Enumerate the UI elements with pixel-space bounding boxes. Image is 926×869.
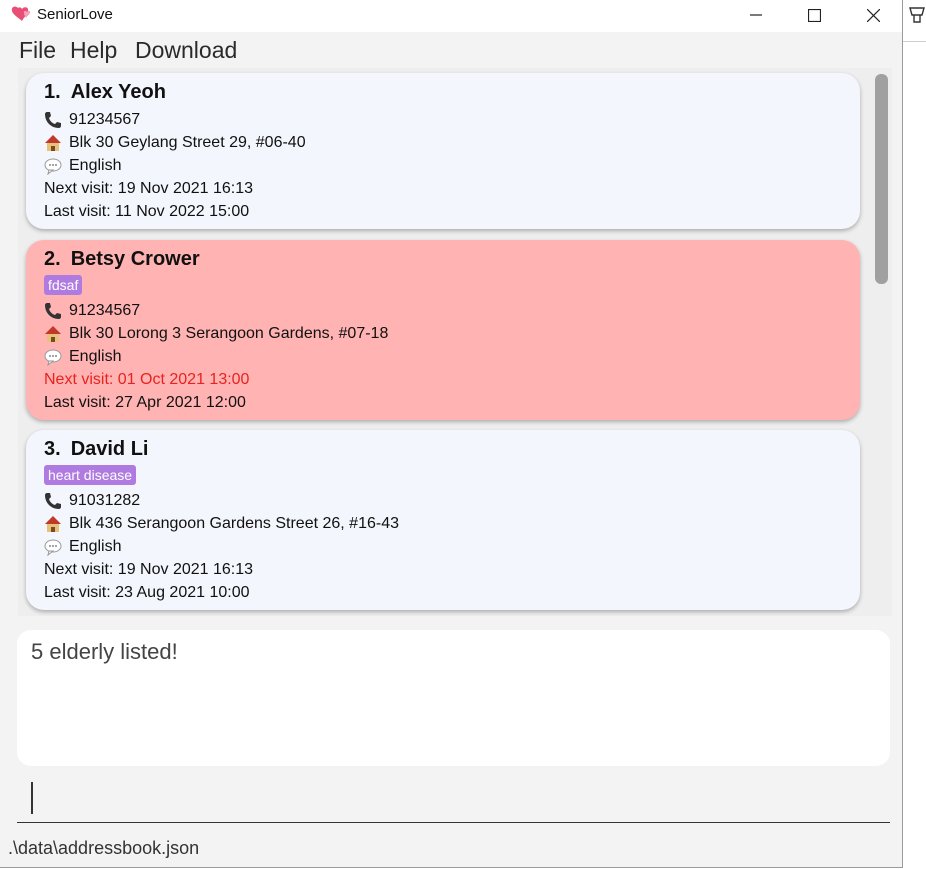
command-input[interactable] [17, 776, 890, 823]
result-display: 5 elderly listed! [17, 630, 890, 766]
person-name: David Li [70, 438, 149, 460]
app-window: SeniorLove File Help Download 1. Alex Yeo… [0, 0, 903, 868]
phone-row: 91234567 [44, 108, 842, 131]
person-card[interactable]: 1. Alex Yeoh 91234567 Blk 30 Geylang Stre… [26, 73, 860, 229]
close-button[interactable] [844, 0, 902, 30]
last-visit-text: 23 Aug 2021 10:00 [115, 583, 250, 601]
next-visit-row: Next visit: 19 Nov 2021 16:13 [44, 177, 842, 200]
person-index: 2. [44, 248, 61, 270]
phone-row: 91031282 [44, 489, 842, 512]
menu-bar: File Help Download [0, 32, 902, 68]
person-list[interactable]: 1. Alex Yeoh 91234567 Blk 30 Geylang Stre… [18, 68, 892, 616]
language-text: English [69, 347, 122, 365]
phone-text: 91234567 [69, 301, 141, 319]
house-icon [44, 134, 66, 152]
person-name-row: 2. Betsy Crower [44, 247, 842, 271]
phone-row: 91234567 [44, 299, 842, 322]
last-visit-text: 27 Apr 2021 12:00 [115, 393, 246, 411]
person-tag: fdsaf [44, 275, 83, 295]
address-text: Blk 436 Serangoon Gardens Street 26, #16… [69, 514, 399, 532]
speech-bubble-icon [44, 538, 66, 556]
maximize-icon [807, 8, 821, 22]
maximize-button[interactable] [785, 0, 843, 30]
menu-help[interactable]: Help [70, 37, 117, 64]
person-card[interactable]: 3. David Li heart disease 91031282 Blk 43… [26, 430, 860, 610]
person-card-overdue[interactable]: 2. Betsy Crower fdsaf 91234567 Blk 30 Lor… [26, 240, 860, 420]
address-row: Blk 436 Serangoon Gardens Street 26, #16… [44, 512, 842, 535]
next-visit-label: Next visit: [44, 179, 118, 197]
divider [903, 41, 926, 42]
status-bar: .\data\addressbook.json [0, 834, 902, 867]
house-icon [44, 325, 66, 343]
next-visit-row: Next visit: 19 Nov 2021 16:13 [44, 558, 842, 581]
text-caret [31, 782, 33, 814]
language-text: English [69, 156, 122, 174]
speech-bubble-icon [44, 157, 66, 175]
language-text: English [69, 537, 122, 555]
close-icon [866, 8, 880, 22]
phone-text: 91234567 [69, 110, 141, 128]
language-row: English [44, 154, 842, 177]
next-visit-row: Next visit: 01 Oct 2021 13:00 [44, 368, 842, 391]
title-bar: SeniorLove [0, 0, 902, 32]
address-text: Blk 30 Lorong 3 Serangoon Gardens, #07-1… [69, 324, 389, 342]
address-row: Blk 30 Geylang Street 29, #06-40 [44, 131, 842, 154]
person-index: 3. [44, 438, 61, 460]
person-index: 1. [44, 81, 61, 103]
heart-logo-icon [11, 6, 31, 21]
address-text: Blk 30 Geylang Street 29, #06-40 [69, 133, 306, 151]
save-location-text: .\data\addressbook.json [8, 838, 200, 858]
phone-icon [44, 111, 66, 129]
last-visit-label: Last visit: [44, 583, 116, 601]
next-visit-label: Next visit: [44, 370, 118, 388]
speech-bubble-icon [44, 348, 66, 366]
phone-icon [44, 492, 66, 510]
phone-text: 91031282 [69, 491, 141, 509]
house-icon [44, 515, 66, 533]
language-row: English [44, 345, 842, 368]
last-visit-row: Last visit: 11 Nov 2022 15:00 [44, 200, 842, 223]
person-tag: heart disease [44, 465, 137, 485]
address-row: Blk 30 Lorong 3 Serangoon Gardens, #07-1… [44, 322, 842, 345]
menu-download[interactable]: Download [135, 37, 237, 64]
phone-icon [44, 302, 66, 320]
next-visit-text: 19 Nov 2021 16:13 [117, 179, 254, 197]
highlighter-icon [909, 7, 925, 23]
list-scrollbar-thumb[interactable] [875, 74, 888, 284]
menu-file[interactable]: File [19, 37, 56, 64]
last-visit-label: Last visit: [44, 393, 116, 411]
last-visit-row: Last visit: 27 Apr 2021 12:00 [44, 391, 842, 414]
next-visit-text: 01 Oct 2021 13:00 [117, 370, 250, 388]
person-name: Betsy Crower [70, 248, 200, 270]
window-title: SeniorLove [37, 6, 113, 23]
language-row: English [44, 535, 842, 558]
next-visit-label: Next visit: [44, 560, 118, 578]
person-name: Alex Yeoh [70, 81, 166, 103]
next-visit-text: 19 Nov 2021 16:13 [117, 560, 254, 578]
last-visit-label: Last visit: [44, 202, 116, 220]
minimize-button[interactable] [727, 0, 785, 30]
last-visit-row: Last visit: 23 Aug 2021 10:00 [44, 581, 842, 604]
background-window-edge [903, 0, 926, 869]
minimize-icon [750, 14, 762, 16]
person-name-row: 3. David Li [44, 437, 842, 461]
person-name-row: 1. Alex Yeoh [44, 80, 842, 104]
last-visit-text: 11 Nov 2022 15:00 [115, 202, 250, 220]
result-text: 5 elderly listed! [31, 639, 178, 664]
